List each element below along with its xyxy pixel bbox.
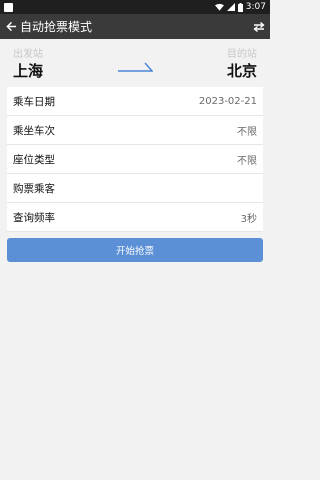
arrival-station[interactable]: 目的站 北京: [227, 39, 257, 87]
app-bar: 自动抢票模式: [0, 14, 270, 39]
form-row-date[interactable]: 乘车日期 2023-02-21: [7, 87, 263, 116]
arrival-label: 目的站: [227, 49, 257, 60]
signal-icon: [226, 3, 235, 11]
form-row-frequency[interactable]: 查询频率 3秒: [7, 203, 263, 232]
train-label: 乘坐车次: [13, 124, 55, 137]
seat-value: 不限: [237, 155, 257, 167]
departure-city: 上海: [13, 62, 44, 80]
train-value: 不限: [237, 126, 257, 138]
form-row-train[interactable]: 乘坐车次 不限: [7, 116, 263, 145]
battery-icon: [237, 2, 243, 12]
passenger-label: 购票乘客: [13, 182, 55, 195]
form-row-seat[interactable]: 座位类型 不限: [7, 145, 263, 174]
form-row-passenger[interactable]: 购票乘客: [7, 174, 263, 203]
frequency-label: 查询频率: [13, 211, 55, 224]
arrival-city: 北京: [226, 62, 257, 80]
start-grab-button[interactable]: 开始抢票: [7, 238, 263, 262]
frequency-value: 3秒: [240, 213, 257, 225]
wifi-icon: [214, 3, 224, 11]
clock-time: 3:07: [245, 2, 266, 12]
date-label: 乘车日期: [13, 95, 55, 108]
swap-icon[interactable]: [252, 20, 266, 34]
ticket-form: 乘车日期 2023-02-21 乘坐车次 不限 座位类型 不限 购票乘客 查询频…: [7, 87, 263, 232]
status-bar: 3:07: [0, 0, 270, 14]
date-value: 2023-02-21: [198, 95, 257, 107]
seat-label: 座位类型: [13, 153, 55, 166]
back-arrow-icon[interactable]: [4, 20, 18, 34]
departure-label: 出发站: [13, 49, 43, 60]
page-title: 自动抢票模式: [20, 20, 93, 34]
notification-icon: [4, 2, 13, 12]
route-arrow-icon: [118, 62, 153, 72]
departure-station[interactable]: 出发站 上海: [13, 39, 43, 87]
